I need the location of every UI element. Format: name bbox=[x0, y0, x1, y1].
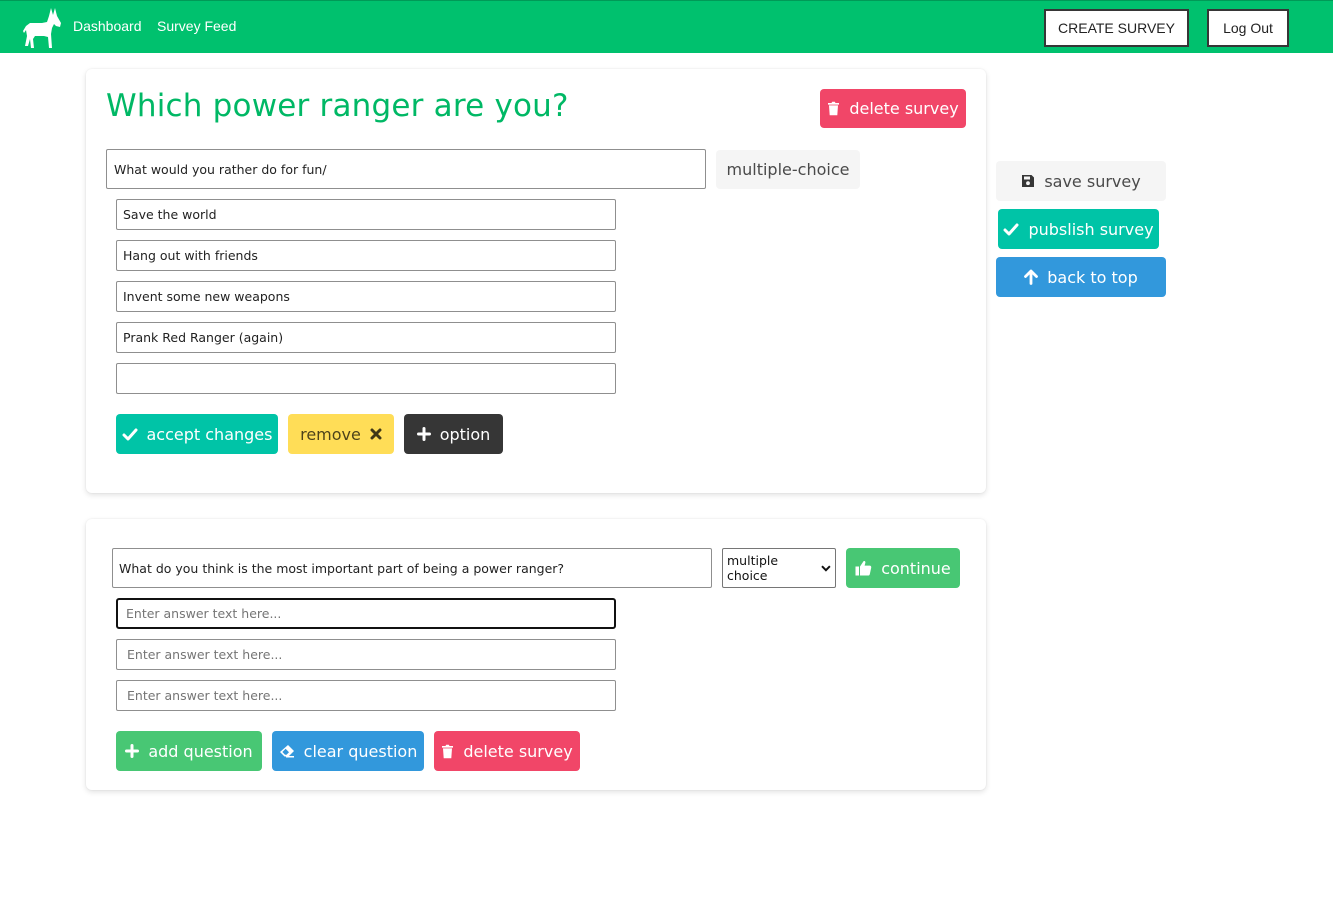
clear-question-button[interactable]: clear question bbox=[272, 731, 424, 771]
delete-survey-button[interactable]: delete survey bbox=[820, 89, 966, 128]
add-question-label: add question bbox=[148, 741, 253, 761]
remove-label: remove bbox=[300, 424, 361, 444]
close-icon bbox=[370, 428, 382, 440]
publish-survey-label: pubslish survey bbox=[1028, 219, 1154, 239]
new-question-input[interactable] bbox=[112, 548, 712, 588]
add-question-button[interactable]: add question bbox=[116, 731, 262, 771]
add-option-button[interactable]: option bbox=[404, 414, 503, 454]
publish-survey-button[interactable]: pubslish survey bbox=[998, 209, 1159, 249]
plus-icon bbox=[416, 427, 431, 441]
delete-survey-label: delete survey bbox=[849, 99, 959, 118]
answer-input-1[interactable] bbox=[116, 598, 616, 629]
navbar: Dashboard Survey Feed CREATE SURVEY Log … bbox=[0, 0, 1333, 53]
delete-survey-bottom-label: delete survey bbox=[463, 741, 573, 761]
nav-link-dashboard[interactable]: Dashboard bbox=[73, 18, 142, 34]
save-icon bbox=[1022, 175, 1035, 187]
option-input-3[interactable] bbox=[116, 281, 616, 312]
continue-button[interactable]: continue bbox=[846, 548, 960, 588]
arrow-up-icon bbox=[1024, 269, 1039, 285]
accept-changes-label: accept changes bbox=[146, 424, 273, 444]
accept-changes-button[interactable]: accept changes bbox=[116, 414, 278, 454]
question-text-input[interactable] bbox=[106, 149, 706, 189]
logout-button[interactable]: Log Out bbox=[1207, 9, 1289, 47]
trash-icon bbox=[442, 744, 454, 758]
check-icon bbox=[122, 428, 137, 440]
question-type-select[interactable]: multiple choice bbox=[722, 548, 836, 588]
trash-icon bbox=[828, 101, 840, 116]
survey-title: Which power ranger are you? bbox=[106, 88, 569, 124]
continue-label: continue bbox=[881, 558, 951, 578]
save-survey-button[interactable]: save survey bbox=[996, 161, 1166, 201]
answer-input-2[interactable] bbox=[116, 639, 616, 670]
create-survey-button[interactable]: CREATE SURVEY bbox=[1044, 9, 1189, 47]
remove-button[interactable]: remove bbox=[288, 414, 394, 454]
clear-question-label: clear question bbox=[303, 741, 418, 761]
nav-link-survey-feed[interactable]: Survey Feed bbox=[157, 18, 236, 34]
back-to-top-button[interactable]: back to top bbox=[996, 257, 1166, 297]
delete-survey-bottom-button[interactable]: delete survey bbox=[434, 731, 580, 771]
thumbs-up-icon bbox=[855, 561, 872, 576]
option-input-5[interactable] bbox=[116, 363, 616, 394]
add-option-label: option bbox=[439, 424, 491, 444]
chevron-down-icon bbox=[821, 565, 831, 572]
eraser-icon bbox=[279, 745, 294, 758]
check-icon bbox=[1003, 223, 1019, 235]
plus-icon bbox=[125, 744, 140, 758]
back-to-top-label: back to top bbox=[1047, 267, 1138, 287]
option-input-4[interactable] bbox=[116, 322, 616, 353]
donkey-icon[interactable] bbox=[22, 6, 64, 50]
answer-input-3[interactable] bbox=[116, 680, 616, 711]
option-input-1[interactable] bbox=[116, 199, 616, 230]
question-type-selected: multiple choice bbox=[727, 553, 779, 583]
question-type-tag: multiple-choice bbox=[716, 150, 860, 189]
option-input-2[interactable] bbox=[116, 240, 616, 271]
save-survey-label: save survey bbox=[1044, 171, 1141, 191]
